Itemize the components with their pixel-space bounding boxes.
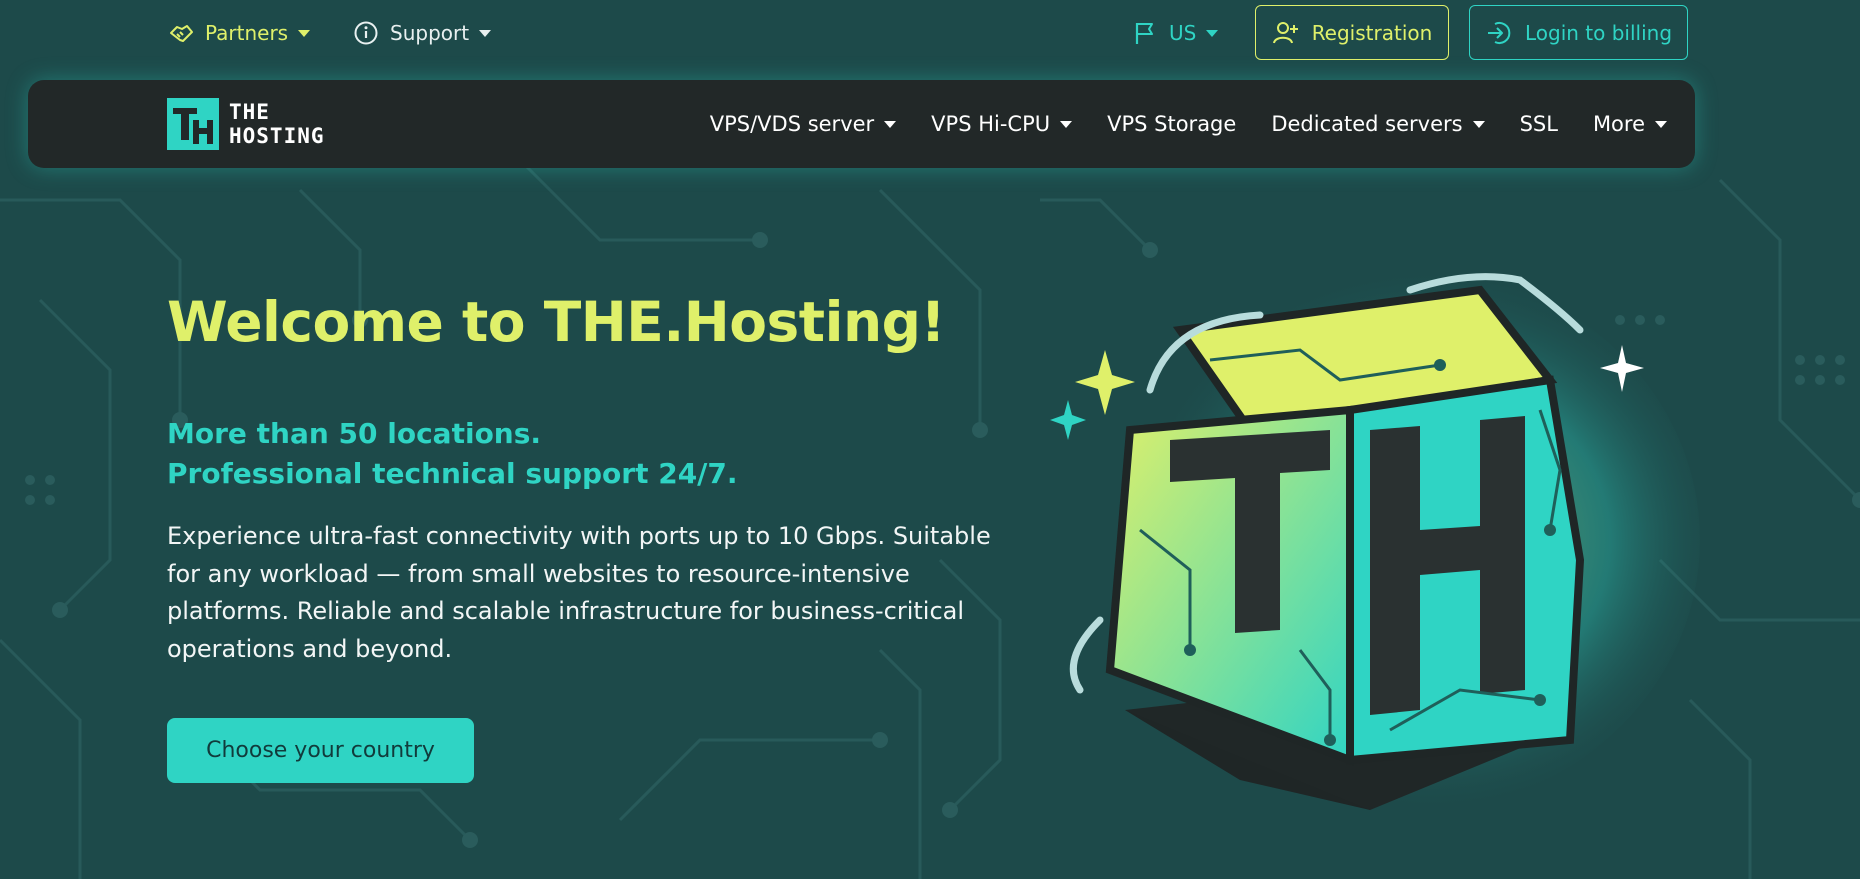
flag-icon [1131,19,1159,47]
registration-button[interactable]: Registration [1255,5,1449,60]
main-navbar: THE HOSTING VPS/VDS server VPS Hi-CPU VP… [28,80,1695,168]
nav-item-label: SSL [1519,112,1558,136]
support-label: Support [390,21,470,45]
hero-subtitle-line-1: More than 50 locations. [167,417,542,450]
nav-item-label: Dedicated servers [1271,112,1463,136]
nav-item-label: VPS Hi-CPU [931,112,1051,136]
hero-title: Welcome to THE.Hosting! [167,290,946,354]
support-menu[interactable]: Support [352,14,492,52]
login-arrow-icon [1485,19,1513,47]
login-label: Login to billing [1524,20,1673,45]
language-label: US [1169,21,1197,45]
nav-item-ssl[interactable]: SSL [1520,112,1558,136]
hero-cube-illustration [1050,270,1700,815]
hero-subtitle: More than 50 locations. Professional tec… [167,414,738,494]
chevron-down-icon [1206,29,1219,37]
nav-item-more[interactable]: More [1593,112,1667,136]
login-billing-button[interactable]: Login to billing [1469,5,1688,60]
chevron-down-icon [884,120,897,128]
top-bar: Partners Support US Registration Login t… [0,0,1860,66]
partners-menu[interactable]: Partners [167,14,311,52]
nav-item-vps-hi-cpu[interactable]: VPS Hi-CPU [931,112,1073,136]
logo-text: THE HOSTING [229,100,325,148]
chevron-down-icon [298,29,311,37]
logo-line-1: THE [229,100,270,124]
chevron-down-icon [1060,120,1073,128]
nav-item-label: VPS Storage [1107,112,1237,136]
nav-item-dedicated-servers[interactable]: Dedicated servers [1271,112,1485,136]
info-icon [352,19,380,47]
nav-item-vps-vds[interactable]: VPS/VDS server [709,112,897,136]
chevron-down-icon [1472,120,1485,128]
nav-item-label: More [1592,112,1645,136]
partners-label: Partners [205,21,289,45]
logo-line-2: HOSTING [229,124,325,148]
logo[interactable]: THE HOSTING [167,98,367,150]
handshake-icon [167,19,195,47]
hero-description: Experience ultra-fast connectivity with … [167,522,991,663]
user-plus-icon [1272,19,1300,47]
chevron-down-icon [479,29,492,37]
language-selector[interactable]: US [1131,14,1219,52]
nav-item-vps-storage[interactable]: VPS Storage [1107,112,1236,136]
choose-country-button[interactable]: Choose your country [167,718,474,783]
logo-mark-icon [167,98,219,150]
registration-label: Registration [1311,20,1433,45]
nav-items: VPS/VDS server VPS Hi-CPU VPS Storage De… [675,80,1667,168]
nav-item-label: VPS/VDS server [709,112,875,136]
chevron-down-icon [1655,120,1667,128]
hero-subtitle-line-2: Professional technical support 24/7. [167,457,738,490]
